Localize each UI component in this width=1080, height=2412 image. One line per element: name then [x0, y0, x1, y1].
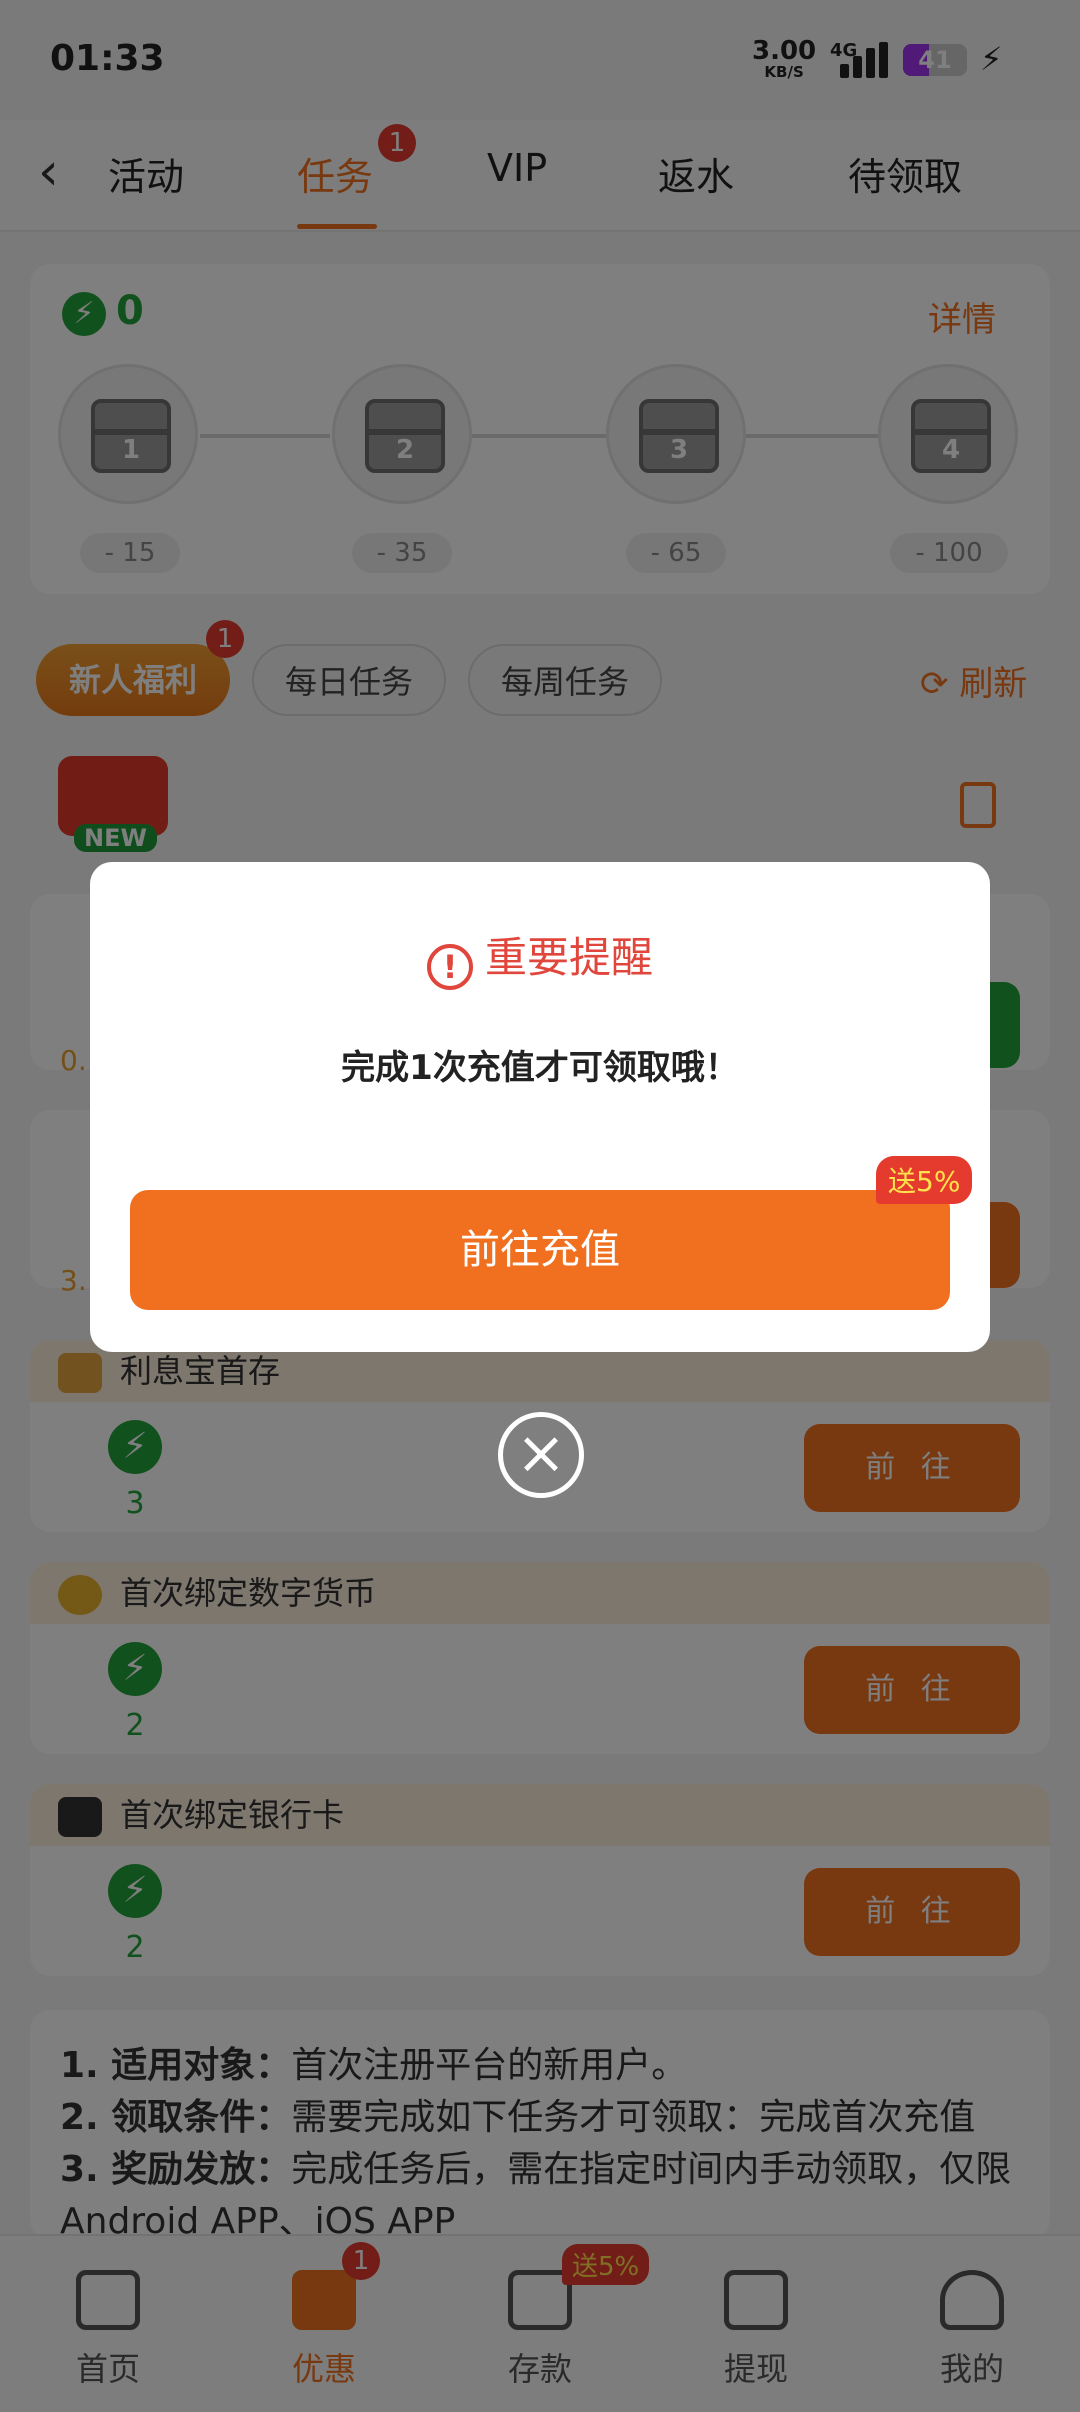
- dialog-title-text: 重要提醒: [484, 933, 653, 982]
- warning-icon: !: [426, 944, 473, 990]
- recharge-bonus-tag: 送5%: [876, 1156, 973, 1204]
- dialog-title: ! 重要提醒: [90, 924, 990, 990]
- dialog-message: 完成1次充值才可领取哦！: [341, 1048, 739, 1088]
- close-icon[interactable]: ×: [498, 1412, 584, 1498]
- reminder-dialog: ! 重要提醒 完成1次充值才可领取哦！ 前往充值 送5%: [90, 862, 990, 1352]
- recharge-button[interactable]: 前往充值: [130, 1190, 950, 1310]
